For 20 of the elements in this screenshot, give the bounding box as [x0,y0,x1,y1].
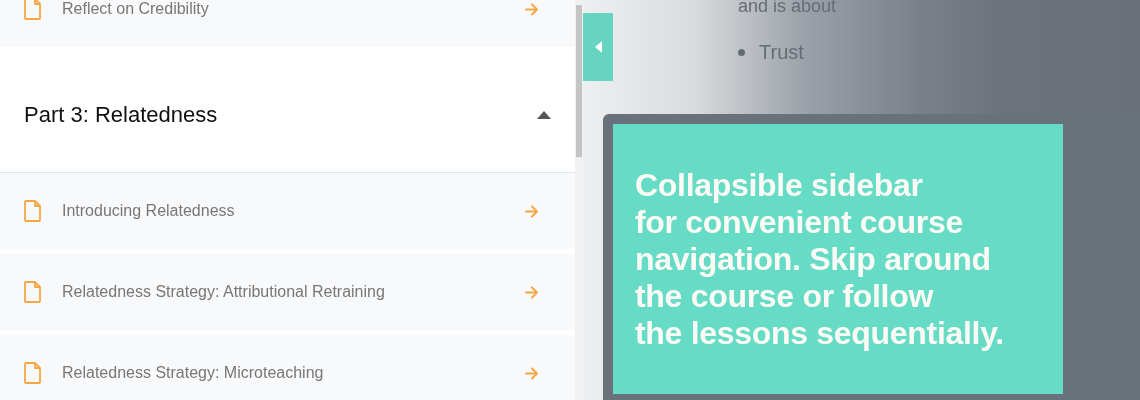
scrollbar[interactable] [575,0,583,400]
lesson-item[interactable]: Reflect on Credibility [0,0,575,47]
caret-left-icon [594,41,602,53]
arrow-right-icon [525,366,539,380]
bullet-item: Trust [759,41,804,64]
arrow-right-icon [525,2,539,16]
document-icon [24,362,41,384]
caret-up-icon[interactable] [537,110,551,119]
document-icon [24,200,41,222]
sidebar-toggle-button[interactable] [583,13,613,81]
arrow-right-icon [525,285,539,299]
lesson-item[interactable]: Introducing Relatedness [0,173,575,249]
lesson-item[interactable]: Relatedness Strategy: Microteaching [0,335,575,400]
document-icon [24,281,41,303]
arrow-right-icon [525,204,539,218]
lesson-item[interactable]: Relatedness Strategy: Attributional Retraining [0,254,575,330]
section-title: Part 3: Relatedness [24,101,218,128]
callout-text: Collapsible sidebar for convenient course navigation. Skip around the course or follow the lessons sequentially. [635,166,1004,352]
bullet-icon [738,49,745,56]
document-icon [24,0,41,20]
